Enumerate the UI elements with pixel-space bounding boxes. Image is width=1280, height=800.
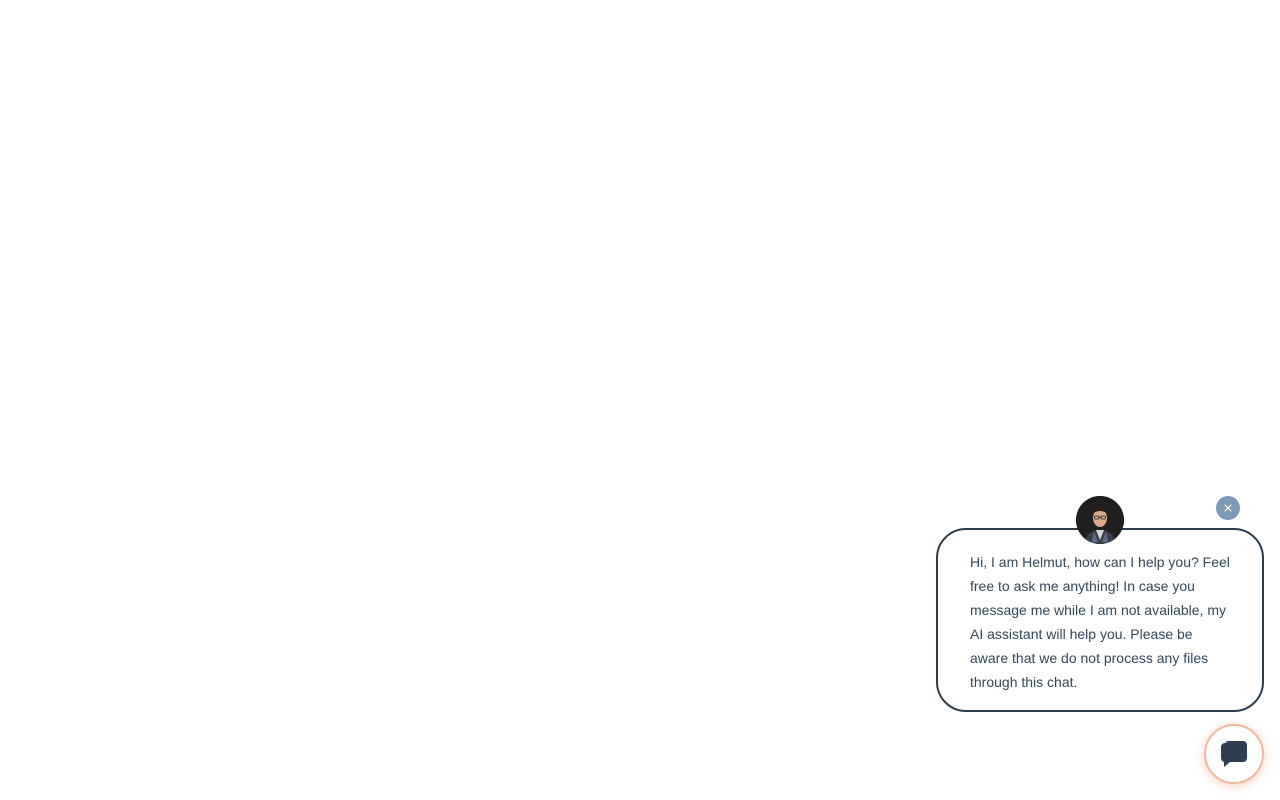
person-avatar-icon [1076,496,1124,544]
welcome-message-bubble[interactable]: Hi, I am Helmut, how can I help you? Fee… [936,528,1264,712]
close-icon [1224,504,1232,512]
close-button[interactable] [1216,496,1240,520]
chat-widget: Hi, I am Helmut, how can I help you? Fee… [0,0,1280,800]
chat-bubble-icon [1221,741,1247,767]
page: Hi, I am Helmut, how can I help you? Fee… [0,0,1280,800]
agent-avatar [1076,496,1124,544]
welcome-message-text: Hi, I am Helmut, how can I help you? Fee… [970,554,1230,690]
chat-launcher-button[interactable] [1204,724,1264,784]
